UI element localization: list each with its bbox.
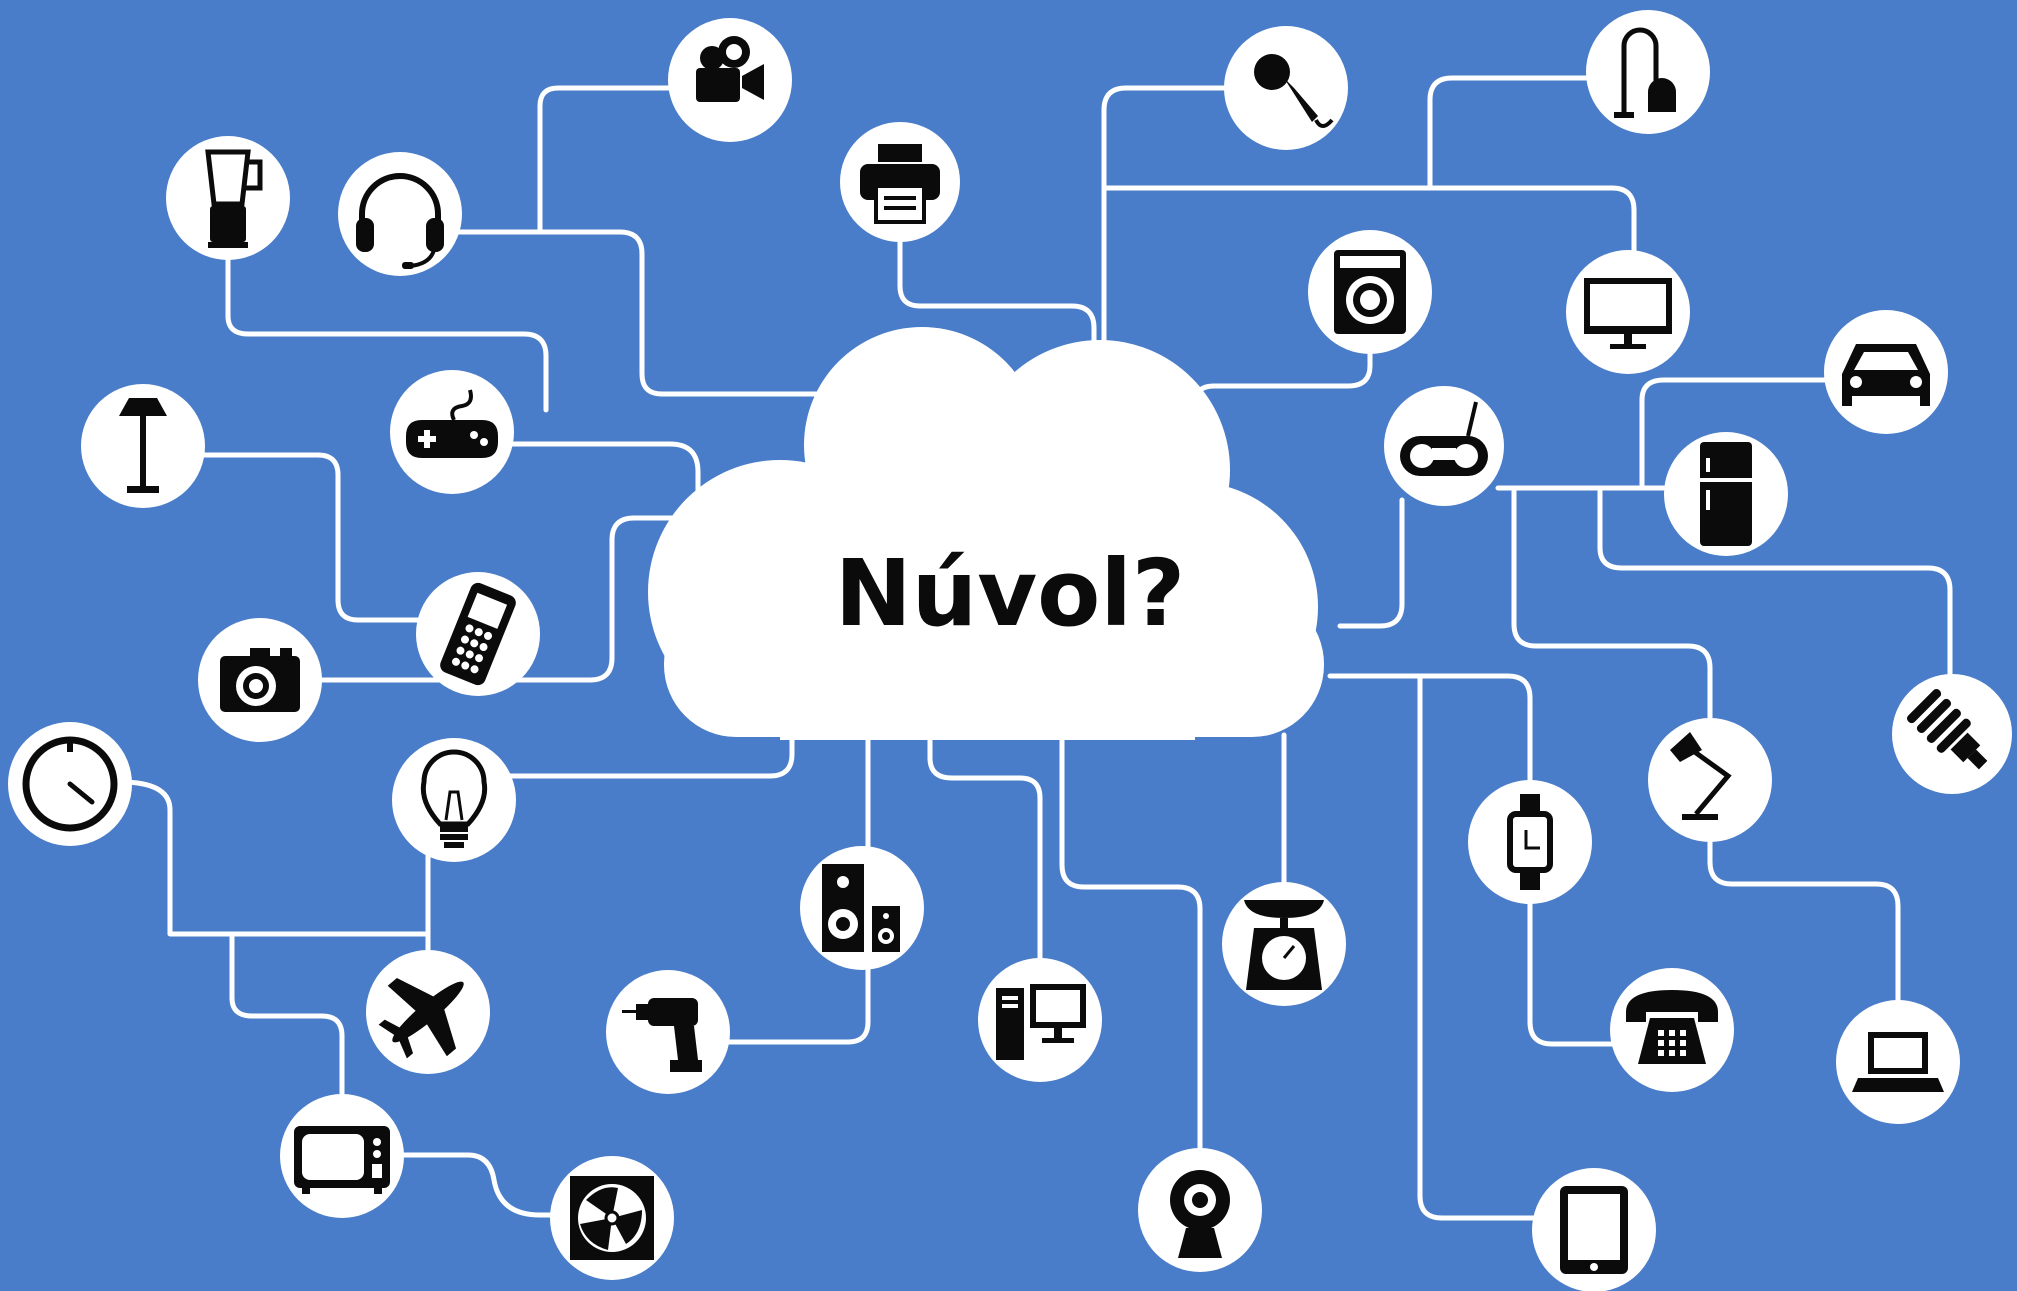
device-node-microphone[interactable] <box>1224 26 1348 150</box>
device-node-drill[interactable] <box>606 970 730 1094</box>
kitchen-scale-icon <box>1244 900 1324 990</box>
device-node-speakers[interactable] <box>800 846 924 970</box>
device-node-desktop-computer[interactable] <box>978 958 1102 1082</box>
device-node-energy-saving-bulb[interactable] <box>1892 674 2012 794</box>
device-node-gamepad[interactable] <box>390 370 514 494</box>
device-node-kitchen-scale[interactable] <box>1222 882 1346 1006</box>
device-node-car[interactable] <box>1824 310 1948 434</box>
cloud-label: Núvol? <box>835 540 1186 647</box>
device-node-tablet[interactable] <box>1532 1168 1656 1291</box>
device-node-blender[interactable] <box>166 136 290 260</box>
device-node-fan[interactable] <box>550 1156 674 1280</box>
device-node-camera[interactable] <box>198 618 322 742</box>
television-icon <box>294 1126 390 1194</box>
device-node-video-camera[interactable] <box>668 18 792 142</box>
fan-icon <box>570 1176 654 1260</box>
device-node-refrigerator[interactable] <box>1664 432 1788 556</box>
device-node-floor-lamp[interactable] <box>81 384 205 508</box>
washing-machine-icon <box>1334 250 1406 334</box>
device-node-radio[interactable] <box>1384 386 1504 506</box>
device-node-clock[interactable] <box>8 722 132 846</box>
tablet-icon <box>1560 1186 1628 1274</box>
device-node-television[interactable] <box>280 1094 404 1218</box>
device-node-webcam[interactable] <box>1138 1148 1262 1272</box>
device-node-mobile-phone[interactable] <box>416 572 540 696</box>
refrigerator-icon <box>1700 442 1752 546</box>
device-node-desk-lamp[interactable] <box>1648 718 1772 842</box>
device-node-laptop[interactable] <box>1836 1000 1960 1124</box>
network-diagram: Núvol? <box>0 0 2017 1291</box>
device-node-wristwatch[interactable] <box>1468 780 1592 904</box>
camera-icon <box>220 648 300 712</box>
device-node-printer[interactable] <box>840 122 960 242</box>
device-node-telephone[interactable] <box>1610 968 1734 1092</box>
device-node-headset[interactable] <box>338 152 462 276</box>
device-node-vacuum-cleaner[interactable] <box>1586 10 1710 134</box>
device-node-washing-machine[interactable] <box>1308 230 1432 354</box>
device-node-monitor[interactable] <box>1566 250 1690 374</box>
device-node-light-bulb[interactable] <box>392 738 516 862</box>
